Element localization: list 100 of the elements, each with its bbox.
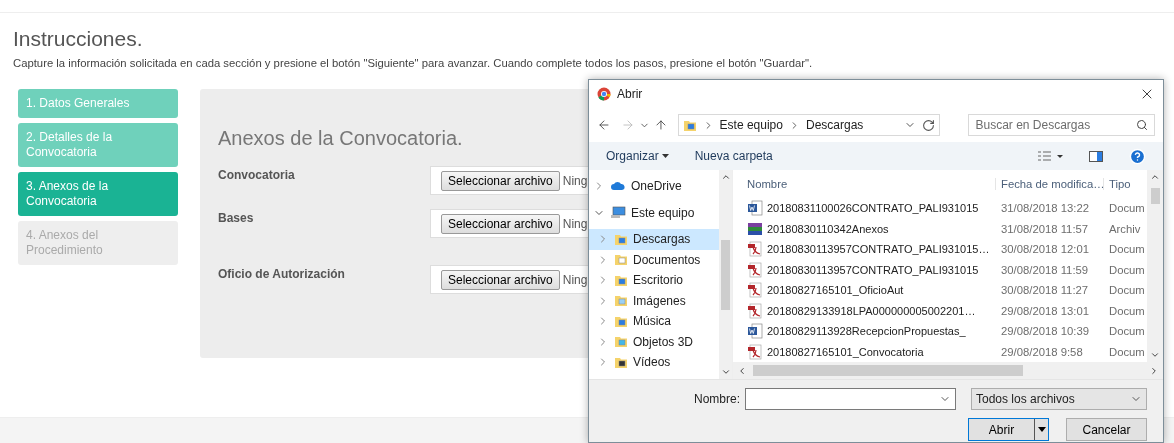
help-icon[interactable] [1129,147,1146,165]
instructions-text: Capture la información solicitada en cada sección y presione el botón "Siguiente" para avanzar. Cuando complete todos los pasos, presione el botón "Guardar". [13,57,814,69]
choose-file-button[interactable]: Seleccionar archivo [441,269,560,290]
word-document-icon [747,323,763,340]
pdf-icon [747,343,763,360]
column-header[interactable]: Fecha de modifica… [995,178,1103,190]
field-label: Oficio de Autorización [218,266,346,283]
file-type: Docum [1108,304,1146,317]
pdf-icon [747,302,763,319]
file-date: 30/08/2018 11:59 [1000,263,1090,276]
search-icon [1136,119,1148,131]
choose-file-button[interactable]: Seleccionar archivo [441,213,560,234]
dialog-title: Abrir [617,87,644,101]
file-row[interactable]: 20180829133918LPA000000005002201… 29/08/2018 13:01 Docum [747,300,1147,321]
nav-scrollbar[interactable] [719,170,732,379]
file-row[interactable]: 20180827165101_Convocatoria 29/08/2018 9:58 Docum [747,341,1147,362]
column-header[interactable]: Nombre [747,178,995,190]
scroll-down-chevron-icon[interactable] [1150,350,1160,360]
file-type: Docum [1108,325,1146,338]
scroll-left-chevron-icon[interactable] [737,365,747,376]
scroll-up-chevron-icon[interactable] [720,172,731,182]
file-date: 29/08/2018 10:39 [1000,325,1090,338]
file-row[interactable]: 20180830113957CONTRATO_PALI931015 30/08/2018 11:59 Docum [747,259,1147,280]
choose-file-button[interactable]: Seleccionar archivo [441,170,560,191]
file-type: Docum [1108,202,1146,215]
file-row[interactable]: 20180829113928RecepcionPropuestas_ 29/08/2018 10:39 Docum [747,321,1147,342]
section-title: Anexos de la Convocatoria. [218,127,463,150]
file-name: 20180830113957CONTRATO_PALI931015 [767,263,979,276]
folder-icon [614,355,628,369]
file-name: 20180830110342Anexos [767,222,889,235]
file-date: 31/08/2018 13:22 [1000,202,1090,215]
back-arrow-icon[interactable] [597,118,611,132]
pdf-icon [747,261,763,278]
refresh-icon[interactable] [922,118,936,132]
file-name: 20180829113928RecepcionPropuestas_ [767,325,966,338]
scroll-right-chevron-icon[interactable] [1149,365,1159,376]
file-date: 29/08/2018 9:58 [1000,345,1084,358]
nav-item[interactable]: Escritorio [589,270,719,291]
caret-icon[interactable] [1037,427,1046,432]
file-status: Ning [562,216,588,231]
list-scrollbar[interactable] [1147,170,1163,362]
file-row[interactable]: 20180827165101_OficioAut 30/08/2018 11:27 Docum [747,280,1147,301]
folder-icon [614,232,628,246]
cloud-icon [610,181,626,192]
folder-icon [614,335,628,349]
up-arrow-icon[interactable] [653,118,668,132]
file-date: 31/08/2018 11:57 [1000,222,1090,235]
folder-icon [614,253,628,267]
scroll-thumb[interactable] [721,239,730,310]
file-date: 30/08/2018 11:27 [1000,284,1090,297]
address-bar[interactable]: Este equipo Descargas [677,114,941,136]
file-name-label: Nombre: [694,392,740,406]
file-type-select[interactable]: Todos los archivos [971,388,1147,410]
folder-icon [614,273,628,287]
file-type: Archiv [1108,222,1142,235]
field-label: Convocatoria [218,167,296,184]
scroll-down-chevron-icon[interactable] [720,367,731,377]
folder-icon [682,118,697,132]
view-options-icon[interactable] [1037,150,1063,162]
computer-icon [610,206,626,220]
file-type: Docum [1108,345,1146,358]
caret-icon [661,154,669,158]
file-name-field[interactable] [745,388,956,410]
nav-item[interactable]: OneDrive [589,176,719,197]
scroll-up-chevron-icon[interactable] [1150,172,1160,182]
preview-pane-icon[interactable] [1089,150,1103,162]
file-date: 29/08/2018 13:01 [1000,304,1090,317]
browser-logo-icon [597,87,611,101]
file-name: 20180829133918LPA000000005002201… [767,304,976,317]
folder-icon [614,294,628,308]
file-row[interactable]: 20180831100026CONTRATO_PALI931015 31/08/2018 13:22 Docum [747,198,1147,219]
page-title: Instrucciones. [13,27,144,51]
field-label: Bases [218,210,255,227]
nav-item[interactable]: Música [589,311,719,332]
file-row[interactable]: 20180830110342Anexos 31/08/2018 11:57 Archiv [747,218,1147,239]
horizontal-scrollbar[interactable] [733,362,1163,379]
forward-arrow-icon[interactable] [620,118,635,132]
file-name: 20180830113957CONTRATO_PALI931015… [767,243,990,256]
search-field[interactable]: Buscar en Descargas [968,114,1155,136]
breadcrumb[interactable]: Este equipo [719,118,783,132]
file-type: Docum [1108,263,1146,276]
new-folder-button[interactable]: Nueva carpeta [694,149,773,163]
nav-item[interactable]: Descargas [589,229,719,250]
open-button[interactable]: Abrir [968,418,1049,441]
file-row[interactable]: 20180830113957CONTRATO_PALI931015… 30/08/2018 12:01 Docum [747,239,1147,260]
organize-menu[interactable]: Organizar [606,149,669,163]
file-type: Docum [1108,243,1146,256]
file-name: 20180827165101_Convocatoria [767,345,924,358]
scroll-thumb[interactable] [1150,188,1160,204]
breadcrumb[interactable]: Descargas [805,118,864,132]
nav-item[interactable]: Vídeos [589,352,719,373]
file-type: Docum [1108,284,1146,297]
scroll-thumb[interactable] [753,365,1023,376]
pdf-icon [747,241,763,258]
cancel-button[interactable]: Cancelar [1066,418,1147,441]
nav-item[interactable]: Objetos 3D [589,331,719,352]
file-status: Ning [562,173,588,188]
word-document-icon [747,200,763,217]
pdf-icon [747,282,763,299]
archive-icon [747,221,763,236]
